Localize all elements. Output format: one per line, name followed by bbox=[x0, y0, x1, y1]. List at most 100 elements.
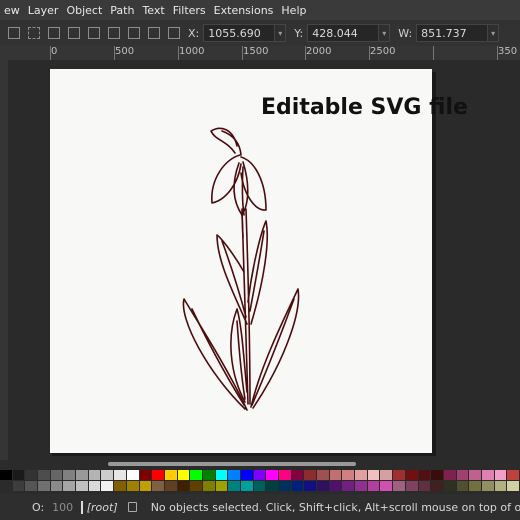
color-swatch[interactable] bbox=[177, 481, 190, 491]
current-layer-indicator[interactable]: [root] bbox=[80, 500, 118, 514]
color-swatch[interactable] bbox=[88, 470, 101, 480]
color-swatch[interactable] bbox=[0, 481, 12, 491]
color-swatch[interactable] bbox=[367, 470, 380, 480]
color-swatch[interactable] bbox=[177, 470, 190, 480]
color-swatch[interactable] bbox=[317, 470, 329, 480]
color-swatch[interactable] bbox=[88, 481, 101, 491]
color-swatch[interactable] bbox=[152, 481, 164, 491]
color-swatch[interactable] bbox=[215, 481, 228, 491]
canvas[interactable]: Editable SVG file bbox=[8, 60, 520, 460]
color-swatch[interactable] bbox=[202, 470, 215, 480]
select-all-icon[interactable] bbox=[8, 27, 20, 39]
lock-icon[interactable] bbox=[127, 502, 137, 512]
color-swatch[interactable] bbox=[266, 470, 278, 480]
color-swatch[interactable] bbox=[393, 470, 405, 480]
color-swatch[interactable] bbox=[215, 470, 228, 480]
color-swatch[interactable] bbox=[355, 481, 367, 491]
color-swatch[interactable] bbox=[494, 470, 507, 480]
flip-horizontal-icon[interactable] bbox=[108, 27, 120, 39]
select-in-all-layers-icon[interactable] bbox=[28, 27, 40, 39]
color-swatch[interactable] bbox=[469, 481, 481, 491]
color-swatch[interactable] bbox=[380, 481, 393, 491]
color-swatch[interactable] bbox=[164, 470, 177, 480]
color-swatch[interactable] bbox=[240, 481, 253, 491]
flip-vertical-icon[interactable] bbox=[128, 27, 140, 39]
color-swatch[interactable] bbox=[456, 470, 469, 480]
color-swatch[interactable] bbox=[25, 481, 38, 491]
color-swatch[interactable] bbox=[25, 470, 38, 480]
color-swatch[interactable] bbox=[0, 470, 12, 480]
color-swatch[interactable] bbox=[507, 481, 519, 491]
color-swatch[interactable] bbox=[393, 481, 405, 491]
color-swatch[interactable] bbox=[329, 481, 342, 491]
color-swatch[interactable] bbox=[63, 470, 76, 480]
color-swatch[interactable] bbox=[76, 481, 88, 491]
w-stepper[interactable]: ▾ bbox=[488, 24, 500, 42]
color-swatch[interactable] bbox=[139, 481, 152, 491]
color-swatch[interactable] bbox=[342, 481, 355, 491]
color-swatch[interactable] bbox=[114, 470, 126, 480]
color-swatch[interactable] bbox=[304, 481, 317, 491]
color-swatch[interactable] bbox=[418, 481, 431, 491]
color-swatch[interactable] bbox=[342, 470, 355, 480]
color-swatch[interactable] bbox=[291, 481, 304, 491]
color-swatch[interactable] bbox=[431, 481, 443, 491]
color-swatch[interactable] bbox=[431, 470, 443, 480]
color-swatch[interactable] bbox=[253, 470, 266, 480]
menu-help[interactable]: Help bbox=[277, 4, 310, 17]
color-swatch[interactable] bbox=[190, 470, 202, 480]
color-swatch[interactable] bbox=[418, 470, 431, 480]
menu-object[interactable]: Object bbox=[62, 4, 106, 17]
color-swatch[interactable] bbox=[38, 470, 50, 480]
color-swatch[interactable] bbox=[279, 481, 291, 491]
color-swatch[interactable] bbox=[367, 481, 380, 491]
color-swatch[interactable] bbox=[405, 470, 418, 480]
color-swatch[interactable] bbox=[101, 481, 114, 491]
snowdrop-illustration[interactable] bbox=[50, 69, 432, 453]
color-swatch[interactable] bbox=[126, 470, 139, 480]
color-swatch[interactable] bbox=[456, 481, 469, 491]
lower-to-bottom-icon[interactable] bbox=[168, 27, 180, 39]
color-swatch[interactable] bbox=[164, 481, 177, 491]
color-swatch[interactable] bbox=[190, 481, 202, 491]
color-swatch[interactable] bbox=[152, 470, 164, 480]
color-swatch[interactable] bbox=[405, 481, 418, 491]
color-swatch[interactable] bbox=[304, 470, 317, 480]
menu-text[interactable]: Text bbox=[138, 4, 168, 17]
page[interactable]: Editable SVG file bbox=[50, 69, 468, 453]
color-swatch[interactable] bbox=[266, 481, 278, 491]
menu-path[interactable]: Path bbox=[106, 4, 138, 17]
horizontal-scrollbar[interactable] bbox=[108, 462, 356, 466]
color-swatch[interactable] bbox=[38, 481, 50, 491]
color-swatch[interactable] bbox=[101, 470, 114, 480]
y-stepper[interactable]: ▾ bbox=[379, 24, 391, 42]
color-swatch[interactable] bbox=[50, 481, 63, 491]
menu-filters[interactable]: Filters bbox=[169, 4, 210, 17]
menu-extensions[interactable]: Extensions bbox=[210, 4, 278, 17]
color-swatch[interactable] bbox=[240, 470, 253, 480]
color-swatch[interactable] bbox=[481, 470, 494, 480]
color-swatch[interactable] bbox=[114, 481, 126, 491]
color-swatch[interactable] bbox=[50, 470, 63, 480]
x-stepper[interactable]: ▾ bbox=[275, 24, 287, 42]
color-swatch[interactable] bbox=[279, 470, 291, 480]
color-swatch[interactable] bbox=[507, 470, 519, 480]
y-input[interactable]: 428.044 bbox=[307, 24, 380, 42]
color-swatch[interactable] bbox=[481, 481, 494, 491]
w-input[interactable]: 851.737 bbox=[416, 24, 489, 42]
color-swatch[interactable] bbox=[443, 481, 456, 491]
color-swatch[interactable] bbox=[494, 481, 507, 491]
menu-layer[interactable]: Layer bbox=[24, 4, 63, 17]
rotate-ccw-icon[interactable] bbox=[68, 27, 80, 39]
color-swatch[interactable] bbox=[291, 470, 304, 480]
color-swatch[interactable] bbox=[355, 470, 367, 480]
color-swatch[interactable] bbox=[63, 481, 76, 491]
horizontal-ruler[interactable]: 0 500 1000 1500 2000 2500 350 bbox=[0, 46, 520, 61]
color-swatch[interactable] bbox=[380, 470, 393, 480]
color-swatch[interactable] bbox=[126, 481, 139, 491]
color-swatch[interactable] bbox=[228, 470, 240, 480]
menu-view[interactable]: ew bbox=[0, 4, 24, 17]
rotate-cw-icon[interactable] bbox=[88, 27, 100, 39]
color-swatch[interactable] bbox=[12, 481, 25, 491]
color-swatch[interactable] bbox=[139, 470, 152, 480]
